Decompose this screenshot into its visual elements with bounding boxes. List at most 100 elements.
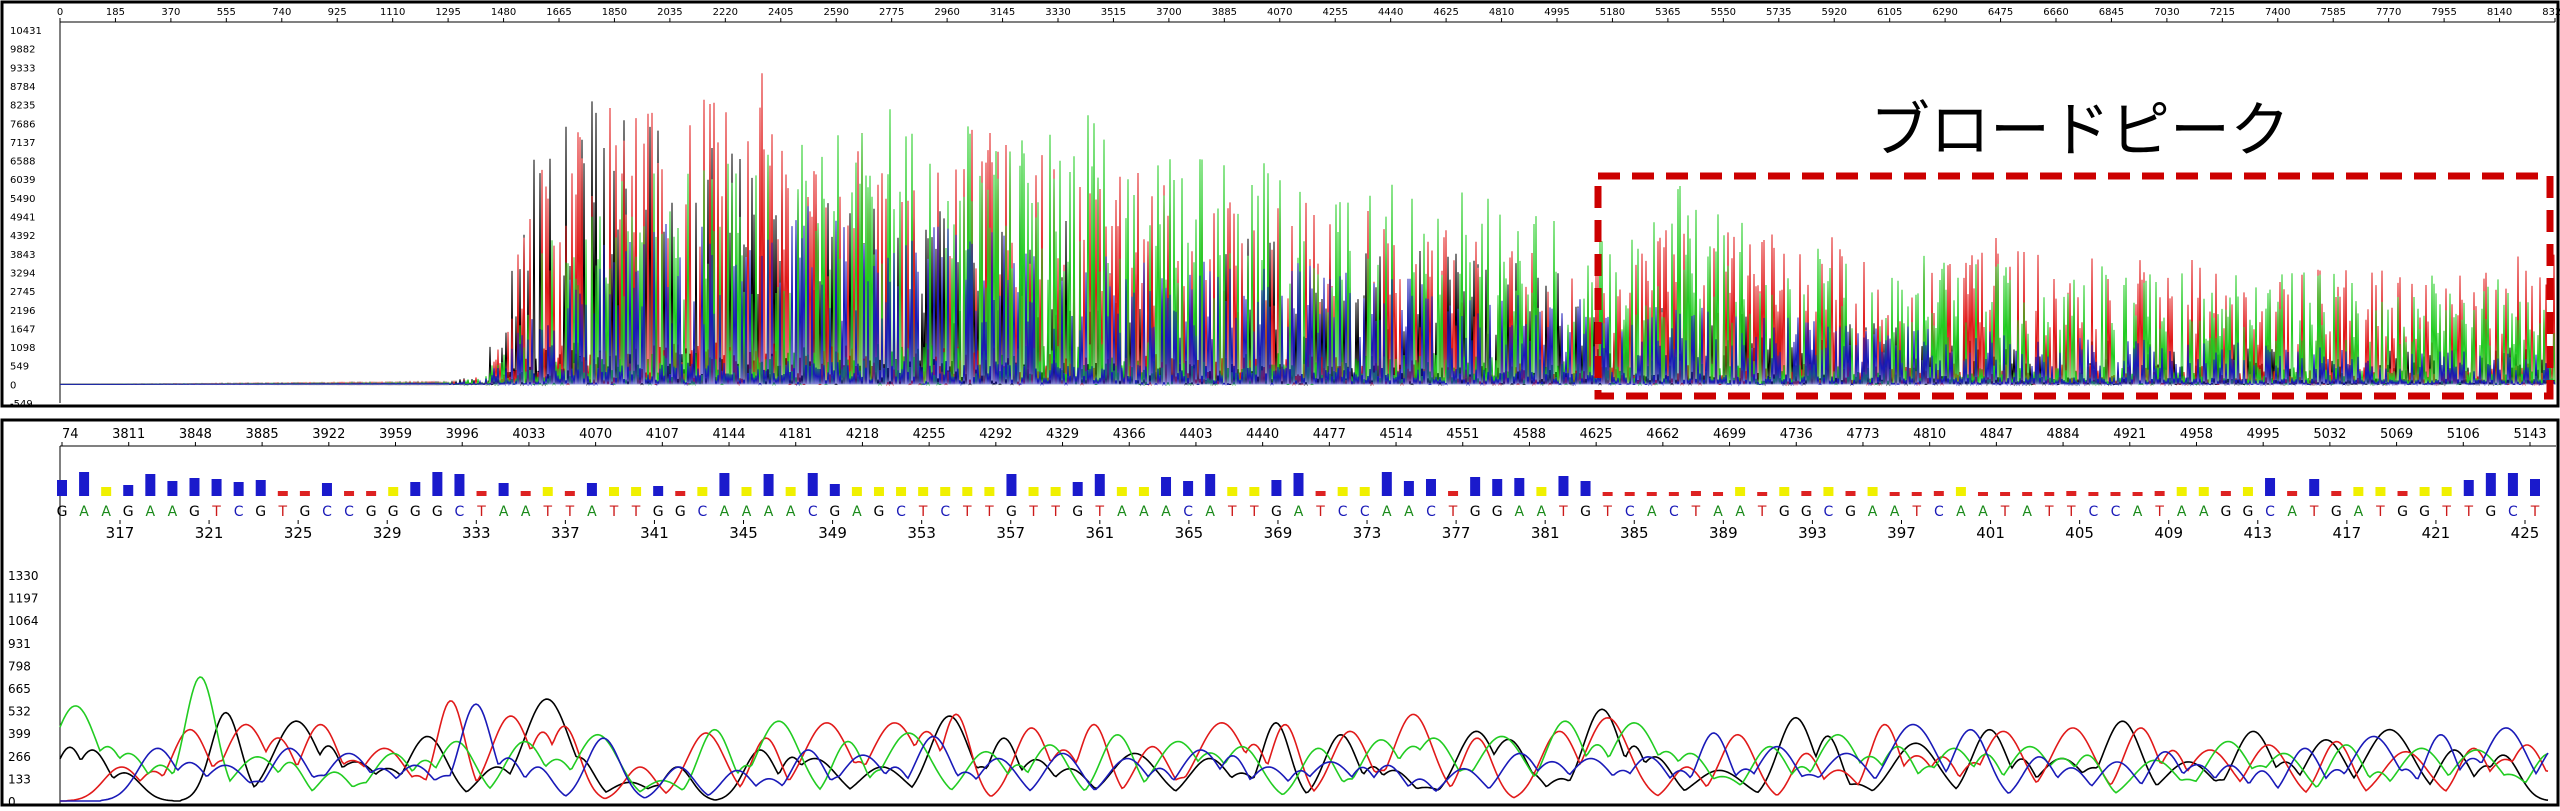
base-call: A xyxy=(1382,504,1392,520)
overview-x-tick-label: 740 xyxy=(272,7,291,18)
overview-x-tick-label: 5180 xyxy=(1600,7,1625,18)
base-call: T xyxy=(1094,504,1104,520)
base-call: C xyxy=(896,504,906,520)
quality-bar xyxy=(896,487,907,496)
quality-bar xyxy=(1116,487,1127,496)
quality-bar xyxy=(1249,487,1260,496)
detail-y-tick-label: 399 xyxy=(8,727,31,741)
overview-y-tick-label: 10431 xyxy=(10,26,42,37)
overview-x-tick-label: 925 xyxy=(328,7,347,18)
quality-bar xyxy=(2397,491,2408,496)
quality-bar xyxy=(211,479,222,496)
base-number: 421 xyxy=(2422,524,2451,542)
quality-bar xyxy=(1889,492,1900,496)
base-call: G xyxy=(1470,504,1481,520)
quality-bar xyxy=(1735,487,1746,496)
base-call: A xyxy=(79,504,89,520)
detail-scan-tick-label: 3885 xyxy=(246,427,279,442)
detail-y-tick-label: 532 xyxy=(8,705,31,719)
base-number: 417 xyxy=(2333,524,2362,542)
base-call: G xyxy=(1271,504,1282,520)
quality-bar xyxy=(1425,479,1436,496)
overview-x-tick-label: 4995 xyxy=(1544,7,1569,18)
base-number: 325 xyxy=(284,524,313,542)
base-call: G xyxy=(299,504,310,520)
base-call: T xyxy=(2309,504,2319,520)
quality-bar xyxy=(2220,491,2231,496)
quality-bar xyxy=(719,473,730,496)
base-call: G xyxy=(2243,504,2254,520)
quality-bar xyxy=(1315,491,1326,496)
overview-y-tick-label: 9882 xyxy=(10,45,35,56)
base-call: T xyxy=(278,504,288,520)
overview-y-tick-label: 8784 xyxy=(10,82,35,93)
base-call: G xyxy=(2331,504,2342,520)
overview-x-tick-label: 6845 xyxy=(2099,7,2124,18)
base-call: T xyxy=(211,504,221,520)
detail-scan-tick-label: 4070 xyxy=(579,427,612,442)
overview-x-tick-label: 4810 xyxy=(1489,7,1514,18)
base-call: A xyxy=(1139,504,1149,520)
quality-bar xyxy=(2110,492,2121,496)
detail-chart: 74 3811 3848 3885 3922 3959 3996 4033 4070 4107 41… xyxy=(0,418,2560,809)
overview-y-tick-label: 8235 xyxy=(10,101,35,112)
detail-scan-tick-label: 5032 xyxy=(2313,427,2346,442)
base-call: G xyxy=(2397,504,2408,520)
detail-scan-tick-label: 4107 xyxy=(646,427,679,442)
base-call: C xyxy=(940,504,950,520)
quality-bar xyxy=(1094,474,1105,496)
quality-bar xyxy=(873,487,884,496)
base-number: 397 xyxy=(1887,524,1916,542)
base-call: G xyxy=(1072,504,1083,520)
quality-bar xyxy=(233,482,244,496)
overview-x-tick-label: 2405 xyxy=(768,7,793,18)
base-number: 393 xyxy=(1798,524,1827,542)
base-call: T xyxy=(1315,504,1325,520)
base-call: A xyxy=(1713,504,1723,520)
quality-bar xyxy=(2066,491,2077,496)
quality-bar xyxy=(2485,473,2496,496)
quality-bar xyxy=(1779,487,1790,496)
base-call: T xyxy=(1558,504,1568,520)
quality-bar xyxy=(1448,491,1459,496)
base-call: G xyxy=(255,504,266,520)
overview-x-tick-label: 4255 xyxy=(1322,7,1347,18)
base-call: C xyxy=(1360,504,1370,520)
quality-bar xyxy=(1867,487,1878,496)
overview-y-tick-label: 2196 xyxy=(10,306,35,317)
base-call: G xyxy=(1801,504,1812,520)
overview-x-tick-label: 2590 xyxy=(823,7,848,18)
detail-scan-tick-label: 4921 xyxy=(2113,427,2146,442)
quality-bar xyxy=(1955,487,1966,496)
overview-x-tick-label: 6475 xyxy=(1988,7,2013,18)
quality-bar xyxy=(2309,479,2320,496)
detail-scan-tick-label: 4736 xyxy=(1780,427,1813,442)
overview-x-tick-label: 7770 xyxy=(2376,7,2401,18)
overview-x-tick-label: 4440 xyxy=(1378,7,1403,18)
base-call: A xyxy=(587,504,597,520)
base-call: T xyxy=(2000,504,2010,520)
base-call: A xyxy=(1537,504,1547,520)
overview-x-tick-label: 0 xyxy=(57,7,63,18)
base-call: G xyxy=(2220,504,2231,520)
quality-bar xyxy=(1050,487,1061,496)
overview-x-tick-label: 2775 xyxy=(879,7,904,18)
quality-bar xyxy=(145,474,156,496)
base-number: 373 xyxy=(1353,524,1382,542)
base-number: 405 xyxy=(2065,524,2094,542)
quality-bar xyxy=(1757,492,1768,496)
base-call: A xyxy=(2177,504,2187,520)
quality-bar xyxy=(1558,476,1569,496)
overview-x-tick-label: 6660 xyxy=(2043,7,2068,18)
detail-scan-tick-label: 4699 xyxy=(1713,427,1746,442)
detail-y-tick-label: 798 xyxy=(8,659,31,673)
quality-bar xyxy=(366,491,377,496)
quality-bar xyxy=(1933,491,1944,496)
quality-bar xyxy=(807,473,818,496)
base-call: T xyxy=(2375,504,2385,520)
overview-x-tick-label: 8325 xyxy=(2542,7,2560,18)
overview-x-tick-label: 7215 xyxy=(2210,7,2235,18)
base-number: 345 xyxy=(729,524,758,542)
quality-bar xyxy=(498,483,509,496)
detail-scan-tick-label: 4847 xyxy=(1980,427,2013,442)
